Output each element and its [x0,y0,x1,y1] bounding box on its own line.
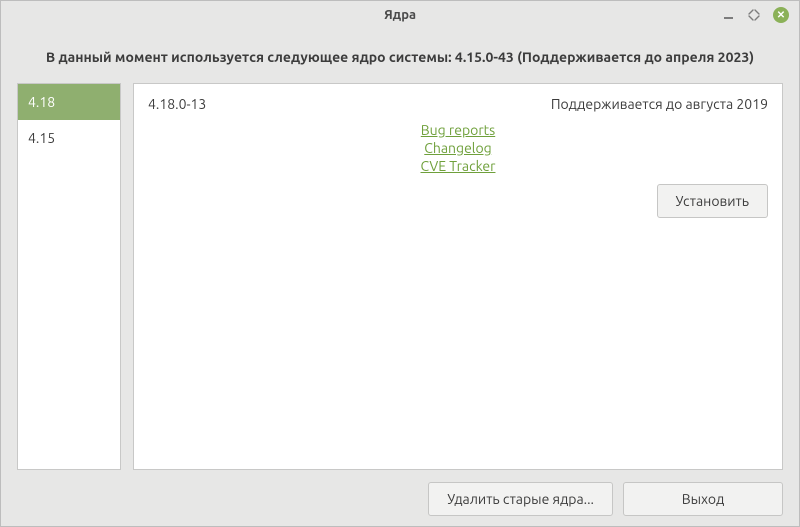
kernel-details-panel: 4.18.0-13 Поддерживается до августа 2019… [133,83,783,470]
kernel-version: 4.18.0-13 [148,96,206,112]
content-area: В данный момент используется следующее я… [1,29,799,526]
kernels-window: Ядра ✕ В данный момент используется след… [0,0,800,527]
changelog-link[interactable]: Changelog [424,140,491,156]
kernel-links: Bug reports Changelog CVE Tracker [148,122,768,174]
cve-tracker-link[interactable]: CVE Tracker [421,158,496,174]
sidebar-item-4-18[interactable]: 4.18 [18,84,120,120]
remove-old-kernels-button[interactable]: Удалить старые ядра... [428,482,613,516]
exit-button[interactable]: Выход [623,482,783,516]
sidebar-item-label: 4.15 [28,130,55,146]
titlebar: Ядра ✕ [1,1,799,29]
current-kernel-banner: В данный момент используется следующее я… [17,49,783,65]
kernel-support-text: Поддерживается до августа 2019 [551,96,768,112]
sidebar-item-4-15[interactable]: 4.15 [18,120,120,156]
bug-reports-link[interactable]: Bug reports [421,122,495,138]
main-row: 4.18 4.15 4.18.0-13 Поддерживается до ав… [17,83,783,470]
close-icon[interactable]: ✕ [773,7,789,23]
minimize-icon[interactable] [721,8,735,22]
kernel-series-list[interactable]: 4.18 4.15 [17,83,121,470]
window-controls: ✕ [721,7,799,23]
window-title: Ядра [1,8,799,22]
install-button[interactable]: Установить [657,184,768,218]
sidebar-item-label: 4.18 [28,94,55,110]
kernel-header-row: 4.18.0-13 Поддерживается до августа 2019 [148,96,768,112]
install-row: Установить [148,184,768,218]
footer-buttons: Удалить старые ядра... Выход [17,482,783,516]
maximize-icon[interactable] [747,8,761,22]
